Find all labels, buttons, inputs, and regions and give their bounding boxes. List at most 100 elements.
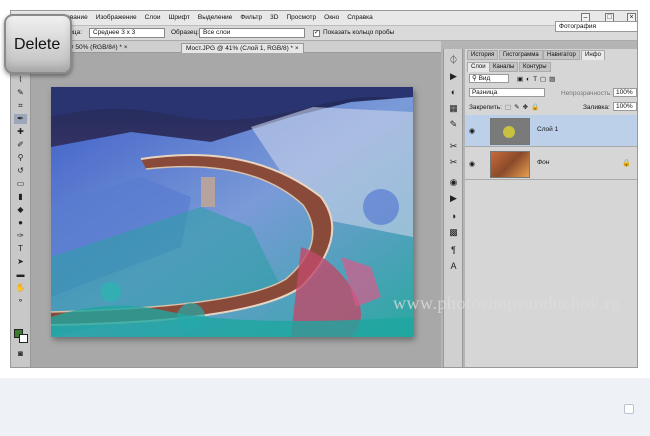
character-icon[interactable]: A bbox=[448, 261, 459, 272]
delete-key-overlay: Delete bbox=[4, 14, 72, 74]
layer-row-background[interactable]: ◉ Фон 🔒 bbox=[465, 148, 637, 180]
eyedropper-tool-icon[interactable]: ✒ bbox=[14, 114, 27, 124]
filter-search-icon: ⚲ bbox=[472, 75, 479, 82]
eraser-tool-icon[interactable]: ▭ bbox=[14, 179, 27, 189]
menu-3d[interactable]: 3D bbox=[270, 14, 278, 21]
filter-type-icons[interactable]: ▣◐T▢▨ bbox=[517, 75, 558, 83]
sample-size-select[interactable]: Среднее 3 х 3 bbox=[89, 28, 165, 38]
eye-icon[interactable]: ◉ bbox=[469, 160, 475, 168]
masks-icon[interactable]: ◑ bbox=[448, 211, 459, 222]
tab-navigator[interactable]: Навигатор bbox=[543, 50, 580, 60]
document-image[interactable] bbox=[51, 87, 413, 337]
play-icon[interactable]: ▶ bbox=[448, 193, 459, 204]
dodge-tool-icon[interactable]: ● bbox=[14, 218, 27, 228]
lock-icon: 🔒 bbox=[622, 160, 631, 167]
layer-thumbnail bbox=[490, 118, 530, 145]
inverted-bridge-photo bbox=[51, 87, 413, 337]
layers-panel: История Гистограмма Навигатор Инфо Слои … bbox=[465, 49, 637, 367]
show-ring-label: Показать кольцо пробы bbox=[323, 29, 395, 36]
menu-help[interactable]: Справка bbox=[347, 14, 373, 21]
brush-tool-icon[interactable]: ✐ bbox=[14, 140, 27, 150]
menu-items: ирование Изображение Слои Шрифт Выделени… bbox=[59, 14, 373, 21]
menu-select[interactable]: Выделение bbox=[198, 14, 232, 21]
eye-icon[interactable]: ◉ bbox=[469, 127, 475, 135]
healing-tool-icon[interactable]: ✚ bbox=[14, 127, 27, 137]
collapsed-panels-strip: ⏀ ▶ ◐ ▦ ✎ ✂ ✂ ◉ ▶ ◑ ▩ ¶ A bbox=[443, 49, 463, 367]
shape-tool-icon[interactable]: ▬ bbox=[14, 270, 27, 280]
path-select-tool-icon[interactable]: ➤ bbox=[14, 257, 27, 267]
tab-close-icon[interactable]: × bbox=[295, 45, 299, 52]
canvas-area[interactable] bbox=[31, 53, 441, 367]
history-brush-tool-icon[interactable]: ↺ bbox=[14, 166, 27, 176]
clone-stamp-tool-icon[interactable]: ⚲ bbox=[14, 153, 27, 163]
tab-document-bridge[interactable]: Мост.JPG @ 41% (Слой 1, RGB/8) * × bbox=[181, 43, 304, 53]
workspace-select[interactable]: Фотография bbox=[555, 21, 637, 32]
delete-key-label: Delete bbox=[14, 36, 61, 53]
tab-channels[interactable]: Каналы bbox=[489, 62, 519, 72]
tab-close-icon[interactable]: × bbox=[124, 44, 128, 51]
lock-row: Закрепить: ⬚✎✥🔒 Заливка: 100% bbox=[465, 101, 637, 113]
menu-layers[interactable]: Слои bbox=[145, 14, 161, 21]
tool-presets-icon[interactable]: ✂ bbox=[448, 141, 459, 152]
cursor-highlight bbox=[503, 126, 515, 138]
layer-thumbnail bbox=[490, 151, 530, 178]
blur-tool-icon[interactable]: ◆ bbox=[14, 205, 27, 215]
blend-mode-select[interactable]: Разница bbox=[469, 88, 545, 97]
fill-label: Заливка: bbox=[583, 104, 610, 111]
blend-row: Разница Непрозрачность: 100% bbox=[465, 87, 637, 99]
layer-filter-row: ⚲ Вид ▣◐T▢▨ bbox=[465, 73, 637, 85]
lock-label: Закрепить: bbox=[469, 104, 502, 111]
actions-panel-icon[interactable]: ▶ bbox=[448, 71, 459, 82]
styles-panel-icon[interactable]: ▦ bbox=[448, 103, 459, 114]
quick-select-tool-icon[interactable]: ✎ bbox=[14, 88, 27, 98]
menu-window[interactable]: Окно bbox=[324, 14, 339, 21]
sample-source-label: Образец: bbox=[171, 29, 199, 36]
swatches-icon[interactable]: ▩ bbox=[448, 227, 459, 238]
options-bar: бразца: Среднее 3 х 3 Образец: Все слои … bbox=[11, 26, 637, 41]
brush-panel-icon[interactable]: ✎ bbox=[448, 119, 459, 130]
quick-mask-icon[interactable]: ◙ bbox=[14, 349, 27, 359]
tab-layers[interactable]: Слои bbox=[467, 62, 490, 72]
watermark: www.photoshopsunduchok.ru bbox=[393, 293, 621, 313]
type-tool-icon[interactable]: T bbox=[14, 244, 27, 254]
lock-options-icons[interactable]: ⬚✎✥🔒 bbox=[505, 103, 542, 111]
sample-source-select[interactable]: Все слои bbox=[199, 28, 305, 38]
menu-filter[interactable]: Фильтр bbox=[240, 14, 262, 21]
layer-name[interactable]: Фон bbox=[537, 159, 549, 166]
background-color-swatch[interactable] bbox=[19, 334, 28, 343]
page-scroll-button[interactable] bbox=[624, 404, 634, 414]
menu-type[interactable]: Шрифт bbox=[168, 14, 189, 21]
adjustments-panel-icon[interactable]: ◐ bbox=[448, 87, 459, 98]
paragraph-icon[interactable]: ¶ bbox=[448, 245, 459, 256]
document-tabs: ашина.jpg @ 50% (RGB/8#) * × Мост.JPG @ … bbox=[31, 41, 441, 53]
tab-histogram[interactable]: Гистограмма bbox=[499, 50, 543, 60]
menu-image[interactable]: Изображение bbox=[96, 14, 137, 21]
photoshop-window: ирование Изображение Слои Шрифт Выделени… bbox=[10, 10, 638, 368]
lasso-tool-icon[interactable]: ⌇ bbox=[14, 75, 27, 85]
tab-history[interactable]: История bbox=[467, 50, 499, 60]
tools-panel: ✥ ⬚ ⌇ ✎ ⌗ ✒ ✚ ✐ ⚲ ↺ ▭ ▮ ◆ ● ✑ T ➤ ▬ ✋ ⚬ … bbox=[11, 41, 31, 367]
pen-tool-icon[interactable]: ✑ bbox=[14, 231, 27, 241]
tab-paths[interactable]: Контуры bbox=[519, 62, 551, 72]
opacity-label: Непрозрачность: bbox=[561, 90, 613, 97]
layer-name[interactable]: Слой 1 bbox=[537, 126, 558, 133]
tab-info[interactable]: Инфо bbox=[581, 50, 605, 60]
gradient-tool-icon[interactable]: ▮ bbox=[14, 192, 27, 202]
video-frame: ирование Изображение Слои Шрифт Выделени… bbox=[0, 0, 650, 378]
channels-icon[interactable]: ◉ bbox=[448, 177, 459, 188]
layer-filter-select[interactable]: ⚲ Вид bbox=[469, 74, 509, 83]
opacity-field[interactable]: 100% bbox=[613, 88, 637, 97]
menu-view[interactable]: Просмотр bbox=[286, 14, 316, 21]
fill-field[interactable]: 100% bbox=[613, 102, 637, 111]
zoom-tool-icon[interactable]: ⚬ bbox=[14, 296, 27, 306]
menu-bar: ирование Изображение Слои Шрифт Выделени… bbox=[11, 11, 637, 26]
show-ring-checkbox[interactable]: ✓ bbox=[313, 30, 320, 37]
hand-tool-icon[interactable]: ✋ bbox=[14, 283, 27, 293]
tab-document-bridge-label: Мост.JPG @ 41% (Слой 1, RGB/8) * bbox=[186, 45, 294, 52]
panel-top-tabs: История Гистограмма Навигатор Инфо bbox=[465, 49, 637, 60]
crop-tool-icon[interactable]: ⌗ bbox=[14, 101, 27, 111]
layer-row-layer1[interactable]: ◉ Слой 1 bbox=[465, 115, 637, 147]
panel-sub-tabs: Слои Каналы Контуры bbox=[465, 61, 637, 72]
history-panel-icon[interactable]: ⏀ bbox=[448, 55, 459, 66]
clone-source-icon[interactable]: ✂ bbox=[448, 157, 459, 168]
